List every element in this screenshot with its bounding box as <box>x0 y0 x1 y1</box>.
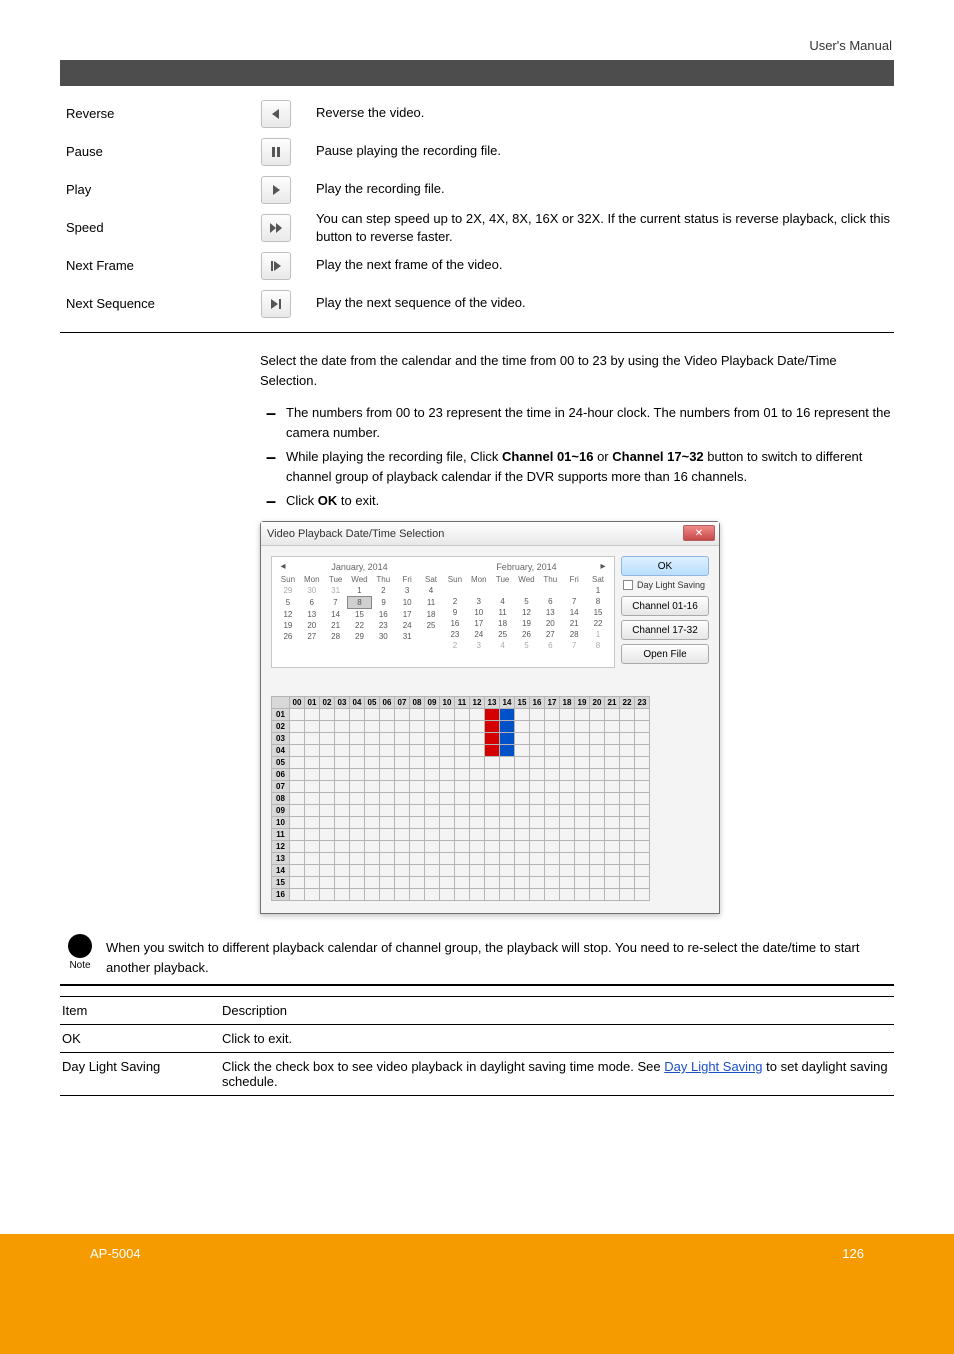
page-footer: AP-5004 126 <box>0 1234 954 1354</box>
dls-checkbox[interactable] <box>623 580 633 590</box>
divider <box>60 332 894 333</box>
row-dls-item: Day Light Saving <box>60 1053 220 1096</box>
pause-desc: Pause playing the recording file. <box>298 134 894 160</box>
reverse-label: Reverse <box>60 96 254 132</box>
ok-button[interactable]: OK <box>621 556 709 576</box>
col-item-header: Item <box>60 997 220 1025</box>
close-icon: ✕ <box>695 528 703 539</box>
next-seq-label: Next Sequence <box>60 286 254 322</box>
prev-month-button[interactable]: ◂ <box>278 561 288 572</box>
channel-01-16-button[interactable]: Channel 01-16 <box>621 596 709 616</box>
channel-17-32-button[interactable]: Channel 17-32 <box>621 620 709 640</box>
calendar-january[interactable]: ◂ January, 2014 ▸ SunMonTueWedThuFriSat2… <box>276 561 443 665</box>
pause-label: Pause <box>60 134 254 170</box>
doc-header: User's Manual <box>809 38 892 53</box>
month-name-feb: February, 2014 <box>455 562 598 572</box>
dls-link[interactable]: Day Light Saving <box>664 1059 762 1074</box>
controls-list: Reverse Reverse the video. Pause Pause p… <box>60 96 894 322</box>
month-name-jan: January, 2014 <box>288 562 431 572</box>
open-file-button[interactable]: Open File <box>621 644 709 664</box>
schedule-grid[interactable]: 0001020304050607080910111213141516171819… <box>271 696 711 901</box>
pause-icon <box>270 146 282 158</box>
footer-page-number: 126 <box>842 1246 864 1261</box>
next-frame-button[interactable] <box>261 252 291 280</box>
play-button[interactable] <box>261 176 291 204</box>
col-desc-header: Description <box>220 997 894 1025</box>
note-icon <box>68 934 92 958</box>
description-table: Item Description OK Click to exit. Day L… <box>60 996 894 1096</box>
note-text: When you switch to different playback ca… <box>100 934 894 978</box>
play-desc: Play the recording file. <box>298 172 894 198</box>
speed-desc: You can step speed up to 2X, 4X, 8X, 16X… <box>298 210 894 246</box>
speed-button[interactable] <box>261 214 291 242</box>
dls-label: Day Light Saving <box>637 580 705 590</box>
pause-button[interactable] <box>261 138 291 166</box>
section-title-bar <box>60 60 894 86</box>
next-frame-label: Next Frame <box>60 248 254 284</box>
bullet-1: – The numbers from 00 to 23 represent th… <box>260 403 894 443</box>
control-speed: Speed You can step speed up to 2X, 4X, 8… <box>60 210 894 246</box>
bullet-2: – While playing the recording file, Clic… <box>260 447 894 487</box>
row-ok-item: OK <box>60 1025 220 1053</box>
note-divider <box>60 984 894 986</box>
reverse-button[interactable] <box>261 100 291 128</box>
note-label: Note <box>60 960 100 971</box>
dls-checkbox-row[interactable]: Day Light Saving <box>623 580 711 590</box>
reverse-desc: Reverse the video. <box>298 96 894 122</box>
control-pause: Pause Pause playing the recording file. <box>60 134 894 170</box>
footer-doc-name: AP-5004 <box>90 1246 141 1261</box>
control-next-frame: Next Frame Play the next frame of the vi… <box>60 248 894 284</box>
reverse-icon <box>270 108 282 120</box>
bullet-3: – Click OK to exit. <box>260 491 894 511</box>
next-month-button[interactable]: ▸ <box>598 561 608 572</box>
row-dls-desc: Click the check box to see video playbac… <box>220 1053 894 1096</box>
play-label: Play <box>60 172 254 208</box>
main-paragraph: Select the date from the calendar and th… <box>260 351 894 391</box>
calendar-february[interactable]: ◂ February, 2014 ▸ SunMonTueWedThuFriSat… <box>443 561 610 665</box>
fast-forward-icon <box>269 222 283 234</box>
next-frame-icon <box>270 260 282 272</box>
row-ok-desc: Click to exit. <box>220 1025 894 1053</box>
dialog-close-button[interactable]: ✕ <box>683 525 715 541</box>
speed-label: Speed <box>60 210 254 246</box>
note-block: Note When you switch to different playba… <box>60 934 894 978</box>
playback-date-time-dialog: Video Playback Date/Time Selection ✕ ◂ J… <box>260 521 720 914</box>
next-seq-button[interactable] <box>261 290 291 318</box>
control-next-seq: Next Sequence Play the next sequence of … <box>60 286 894 322</box>
play-icon <box>270 184 282 196</box>
next-seq-desc: Play the next sequence of the video. <box>298 286 894 312</box>
control-reverse: Reverse Reverse the video. <box>60 96 894 132</box>
next-frame-desc: Play the next frame of the video. <box>298 248 894 274</box>
control-play: Play Play the recording file. <box>60 172 894 208</box>
dialog-title: Video Playback Date/Time Selection <box>267 528 444 540</box>
next-sequence-icon <box>270 298 282 310</box>
